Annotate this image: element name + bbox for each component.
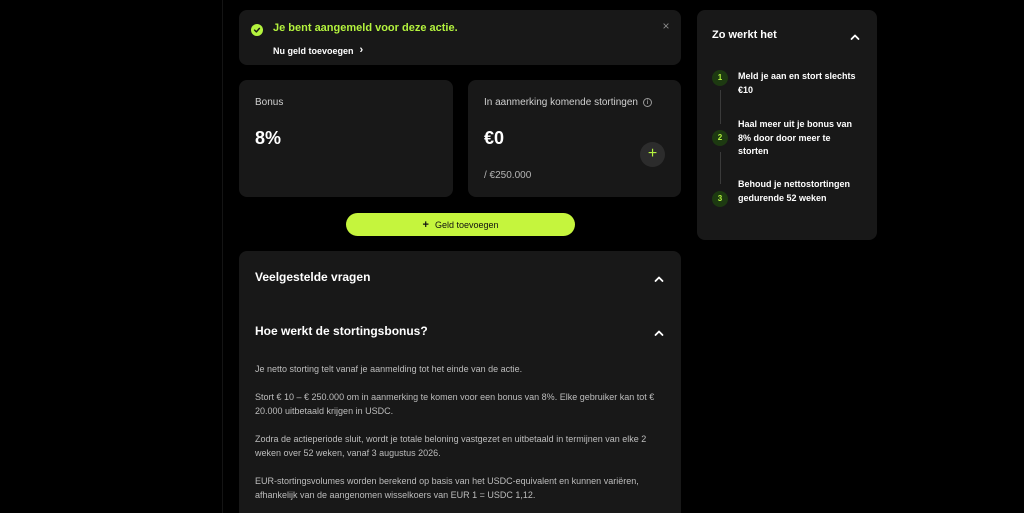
- step-number: 2: [712, 130, 728, 146]
- check-circle-icon: [251, 24, 263, 36]
- add-money-link[interactable]: Nu geld toevoegen ›: [273, 45, 363, 56]
- eligible-deposits-value: €0: [484, 128, 505, 148]
- left-blank-panel: [0, 0, 223, 513]
- chevron-right-icon: ›: [359, 44, 364, 56]
- how-it-works-title: Zo werkt het: [712, 29, 777, 41]
- bonus-label-text: Bonus: [255, 97, 284, 108]
- step-item: 3 Behoud je nettostortingen gedurende 52…: [712, 178, 858, 207]
- bonus-card: Bonus 8%: [239, 80, 453, 197]
- add-money-button[interactable]: + Geld toevoegen: [346, 213, 575, 236]
- faq-title: Veelgestelde vragen: [255, 270, 371, 284]
- faq-paragraph: EUR-stortingsvolumes worden berekend op …: [255, 476, 639, 500]
- chevron-up-icon[interactable]: [849, 30, 861, 42]
- banner-message: Je bent aangemeld voor deze actie.: [273, 22, 458, 34]
- add-money-link-label: Nu geld toevoegen: [273, 45, 354, 56]
- step-item: 1 Meld je aan en stort slechts €10: [712, 70, 858, 97]
- chevron-up-icon[interactable]: [653, 326, 665, 338]
- step-text: Behoud je nettostortingen gedurende 52 w…: [738, 179, 850, 203]
- close-icon[interactable]: ×: [659, 19, 673, 33]
- info-icon[interactable]: i: [642, 98, 652, 107]
- faq-section: Veelgestelde vragen Hoe werkt de stortin…: [239, 251, 681, 513]
- eligible-deposits-card: In aanmerking komende stortingen i €0 / …: [468, 80, 681, 197]
- bonus-label: Bonus: [255, 97, 283, 108]
- add-money-button-label: Geld toevoegen: [434, 219, 499, 230]
- step-number: 1: [712, 70, 728, 86]
- faq-question[interactable]: Hoe werkt de stortingsbonus?: [255, 324, 428, 338]
- success-banner: Je bent aangemeld voor deze actie. Nu ge…: [239, 10, 681, 65]
- eligible-deposits-limit: / €250.000: [484, 170, 532, 181]
- eligible-deposits-label-text: In aanmerking komende stortingen: [484, 97, 638, 108]
- faq-paragraph: Stort € 10 – € 250.000 om in aanmerking …: [255, 392, 655, 416]
- bonus-value: 8%: [255, 128, 282, 148]
- chevron-up-icon[interactable]: [653, 272, 665, 284]
- step-text: Meld je aan en stort slechts €10: [738, 71, 856, 95]
- faq-paragraph: Je netto storting telt vanaf je aanmeldi…: [255, 364, 523, 374]
- step-item: 2 Haal meer uit je bonus van 8% door doo…: [712, 118, 858, 159]
- plus-icon: +: [422, 218, 429, 231]
- faq-paragraph: Zodra de actieperiode sluit, wordt je to…: [255, 434, 647, 458]
- step-number: 3: [712, 191, 728, 207]
- eligible-deposits-label: In aanmerking komende stortingen i: [484, 97, 652, 108]
- how-it-works-card: Zo werkt het 1 Meld je aan en stort slec…: [697, 10, 877, 240]
- add-deposit-button[interactable]: +: [640, 142, 665, 167]
- faq-answer: Je netto storting telt vanaf je aanmeldi…: [255, 362, 665, 513]
- step-text: Haal meer uit je bonus van 8% door door …: [738, 119, 853, 156]
